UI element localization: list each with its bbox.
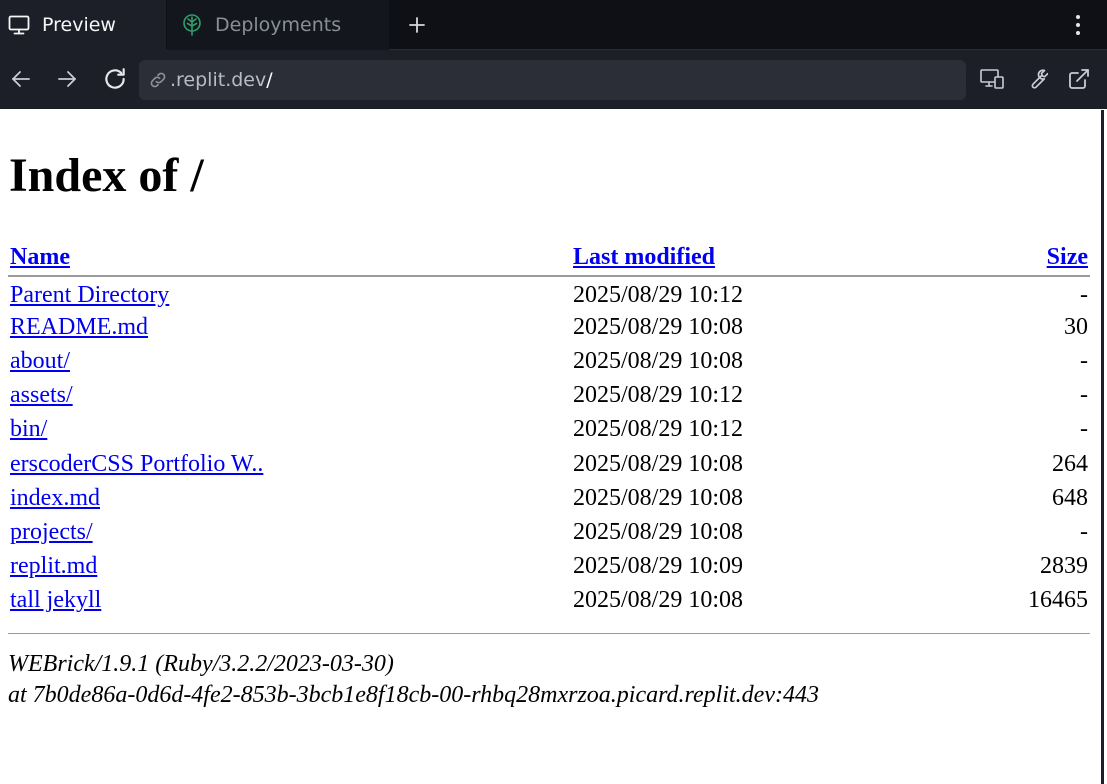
open-external-icon	[1069, 69, 1089, 89]
devices-icon	[980, 69, 1004, 89]
address-bar[interactable]: .replit.dev /	[139, 60, 966, 100]
modified-cell: 2025/08/29 10:08	[573, 484, 744, 511]
size-cell: 30	[1064, 313, 1088, 340]
browser-tab-strip: Preview Deployments	[0, 0, 1107, 50]
modified-cell: 2025/08/29 10:08	[573, 347, 744, 374]
forward-button[interactable]	[50, 62, 84, 96]
sort-by-size-link[interactable]: Size	[1047, 244, 1088, 270]
table-header-row: Name Last modified Size	[8, 240, 1090, 277]
table-row: index.md 2025/08/29 10:08 648	[8, 481, 1090, 515]
table-row: about/ 2025/08/29 10:08 -	[8, 344, 1090, 378]
footer-divider	[8, 633, 1090, 634]
open-in-new-tab-button[interactable]	[1062, 62, 1096, 96]
file-link[interactable]: Parent Directory	[10, 282, 169, 308]
tab-preview-label: Preview	[42, 14, 116, 36]
column-header-size: Size	[950, 240, 1090, 277]
size-cell: 648	[1052, 484, 1088, 511]
column-header-name: Name	[8, 240, 571, 277]
table-row: erscoderCSS Portfolio W.. 2025/08/29 10:…	[8, 447, 1090, 481]
tab-deployments-label: Deployments	[215, 14, 342, 36]
size-cell: -	[1080, 416, 1088, 443]
reload-icon	[105, 68, 125, 89]
size-cell: 264	[1052, 450, 1088, 477]
address-host: .replit.dev	[170, 69, 267, 91]
sort-by-modified-link[interactable]: Last modified	[573, 244, 715, 270]
server-signature: WEBrick/1.9.1 (Ruby/3.2.2/2023-03-30) at…	[8, 649, 819, 711]
monitor-icon	[6, 12, 32, 38]
kebab-menu-icon	[1076, 15, 1080, 35]
table-row: replit.md 2025/08/29 10:09 2839	[8, 550, 1090, 584]
device-preview-button[interactable]	[975, 62, 1009, 96]
file-link[interactable]: tall jekyll	[10, 587, 101, 613]
file-link[interactable]: about/	[10, 348, 70, 374]
forward-icon	[58, 71, 76, 87]
table-row: projects/ 2025/08/29 10:08 -	[8, 515, 1090, 549]
size-cell: -	[1080, 518, 1088, 545]
size-cell: -	[1080, 347, 1088, 374]
modified-cell: 2025/08/29 10:08	[573, 313, 744, 340]
file-link[interactable]: bin/	[10, 416, 47, 442]
file-link[interactable]: erscoderCSS Portfolio W..	[10, 451, 263, 477]
page-title: Index of /	[9, 149, 204, 202]
back-button[interactable]	[4, 62, 38, 96]
browser-toolbar: .replit.dev /	[0, 50, 1107, 109]
plus-icon	[409, 17, 425, 33]
modified-cell: 2025/08/29 10:09	[573, 553, 744, 580]
deployments-icon	[179, 12, 205, 38]
file-link[interactable]: projects/	[10, 519, 93, 545]
file-link[interactable]: index.md	[10, 485, 100, 511]
reload-button[interactable]	[98, 62, 132, 96]
modified-cell: 2025/08/29 10:12	[573, 382, 744, 409]
table-row: bin/ 2025/08/29 10:12 -	[8, 413, 1090, 447]
size-cell: 2839	[1040, 553, 1088, 580]
file-listing-table: Name Last modified Size Parent Directory…	[8, 240, 1090, 618]
file-link[interactable]: replit.md	[10, 553, 97, 579]
new-tab-button[interactable]	[400, 8, 434, 42]
server-host: at 7b0de86a-0d6d-4fe2-853b-3bcb1e8f18cb-…	[8, 682, 819, 708]
modified-cell: 2025/08/29 10:08	[573, 587, 744, 614]
modified-cell: 2025/08/29 10:08	[573, 518, 744, 545]
tab-menu-button[interactable]	[1064, 8, 1092, 42]
table-row: tall jekyll 2025/08/29 10:08 16465	[8, 584, 1090, 618]
back-icon	[12, 71, 30, 87]
file-link[interactable]: README.md	[10, 314, 148, 340]
devtools-wrench-icon	[1031, 69, 1048, 89]
size-cell: 16465	[1028, 587, 1088, 614]
modified-cell: 2025/08/29 10:12	[573, 416, 744, 443]
address-path: /	[266, 69, 273, 91]
tab-deployments[interactable]: Deployments	[167, 0, 389, 50]
file-link[interactable]: assets/	[10, 382, 73, 408]
modified-cell: 2025/08/29 10:12	[573, 281, 744, 308]
server-version: WEBrick/1.9.1 (Ruby/3.2.2/2023-03-30)	[8, 651, 394, 677]
modified-cell: 2025/08/29 10:08	[573, 450, 744, 477]
table-row: README.md 2025/08/29 10:08 30	[8, 310, 1090, 344]
sort-by-name-link[interactable]: Name	[10, 244, 70, 270]
table-row: Parent Directory 2025/08/29 10:12 -	[8, 276, 1090, 310]
size-cell: -	[1080, 281, 1088, 308]
column-header-modified: Last modified	[571, 240, 951, 277]
tab-preview[interactable]: Preview	[0, 0, 166, 50]
size-cell: -	[1080, 382, 1088, 409]
link-icon	[148, 70, 168, 90]
preview-page: Index of / Name Last modified Size Paren…	[0, 110, 1104, 784]
devtools-button[interactable]	[1019, 62, 1053, 96]
table-row: assets/ 2025/08/29 10:12 -	[8, 379, 1090, 413]
